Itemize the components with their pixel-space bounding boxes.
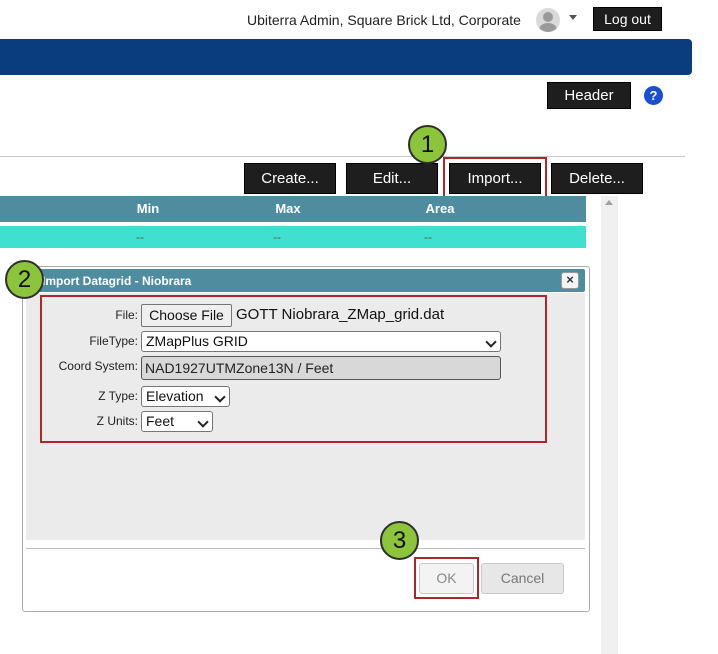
form-highlight-box [40,295,547,443]
table-cell-min: -- [136,230,144,244]
scroll-up-arrow-icon[interactable] [605,200,613,205]
close-icon[interactable]: × [561,272,579,289]
callout-step-3: 3 [380,521,419,560]
table-header: Min Max Area [0,196,586,222]
table-cell-area: -- [424,230,432,244]
cancel-button[interactable]: Cancel [481,563,564,594]
user-avatar-icon[interactable] [536,8,560,32]
caret-down-icon[interactable] [569,15,577,20]
callout-step-2: 2 [5,260,44,299]
main-navigation-bar [0,39,692,75]
column-header-max: Max [275,201,301,216]
header-button[interactable]: Header [547,82,631,109]
table-cell-max: -- [273,230,281,244]
table-row[interactable]: -- -- -- [0,226,586,248]
delete-button[interactable]: Delete... [551,163,643,194]
callout-step-1: 1 [408,125,447,164]
vertical-scrollbar[interactable] [601,196,618,654]
logout-button[interactable]: Log out [593,7,662,31]
dialog-title: Import Datagrid - Niobrara [42,274,192,288]
column-header-min: Min [136,201,160,216]
divider [0,156,685,157]
ok-highlight-box [414,557,479,599]
create-button[interactable]: Create... [244,163,336,194]
help-icon[interactable]: ? [644,86,663,105]
column-header-area: Area [425,201,455,216]
dialog-footer-divider [26,548,585,549]
import-highlight-box [443,157,547,198]
edit-button[interactable]: Edit... [346,163,438,194]
user-account-label: Ubiterra Admin, Square Brick Ltd, Corpor… [247,12,521,28]
